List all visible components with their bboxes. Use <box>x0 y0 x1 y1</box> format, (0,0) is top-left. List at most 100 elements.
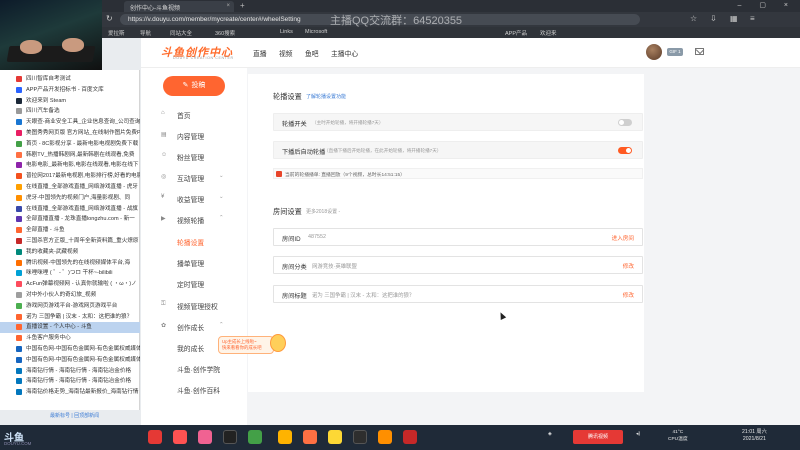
history-item[interactable]: 直播设置 - 个人中心 - 斗鱼 <box>0 322 140 334</box>
history-item[interactable]: 游戏网页游戏平台-游戏网页游戏平台 <box>0 301 140 312</box>
qq-icon[interactable] <box>223 430 237 444</box>
browser-tab[interactable]: 创作中心-斗鱼视频 × <box>124 1 234 12</box>
new-tab-icon[interactable]: + <box>240 1 245 10</box>
history-item[interactable]: 三国杀官方正版_十周年全新资料篇_重火燎原 <box>0 236 140 247</box>
chevron-down-icon[interactable]: ⌄ <box>219 173 224 179</box>
window-controls[interactable]: – ▢ × <box>738 1 796 9</box>
history-item[interactable]: 美图秀秀网页版 官方网站_在线制作图片免费P图 <box>0 128 140 139</box>
chevron-up-icon[interactable]: ⌃ <box>219 215 224 221</box>
enter-room-link[interactable]: 进入房间 <box>612 234 634 242</box>
history-item[interactable]: 天眼查-商业安全工具_企业信息查询_公司查询 <box>0 117 140 128</box>
history-item[interactable]: 全部直播 - 斗鱼 <box>0 225 140 236</box>
menu-item[interactable]: ▶ 视频轮播 ⌃ <box>141 213 247 227</box>
menu-item[interactable]: ✿ 创作成长 ⌃ <box>141 320 247 334</box>
history-item[interactable]: 海南钻行情 - 海南钻行情 - 海南钻冶金价格 <box>0 366 140 377</box>
history-item[interactable]: 欢迎来到 Steam <box>0 96 140 107</box>
growth-sticker[interactable]: Up主成长上线啦~ 快来看看你的成长吧 <box>218 334 286 358</box>
app-icon[interactable] <box>278 430 292 444</box>
history-item[interactable]: 虎牙-中国领先的视频门户,海量影视剧、同 <box>0 193 140 204</box>
history-item[interactable]: 诺为 三国争霸 | 汉末 - 太和：这把谁的狼？ <box>0 312 140 323</box>
system-clock[interactable]: 21:01 周六 2021/8/21 <box>742 429 767 443</box>
history-item[interactable]: 电影电影_最新电影,电影在线观看,电影在线下 <box>0 160 140 171</box>
app-icon[interactable] <box>378 430 392 444</box>
app-icon[interactable] <box>353 430 367 444</box>
history-item[interactable]: 中国有色网-中国有色金属网-有色金属权威媒体 <box>0 344 140 355</box>
extension-icon[interactable]: ▦ <box>730 14 738 23</box>
carousel-switch-toggle[interactable] <box>618 119 632 126</box>
menu-item[interactable]: 播单管理 <box>141 256 247 270</box>
history-item[interactable]: 首页 - 8C影视分享 - 最新电影电视剧免费下载 <box>0 139 140 150</box>
history-item[interactable]: 韩剧TV_热播韩剧网,最新韩剧在线观看,免费 <box>0 150 140 161</box>
history-item[interactable]: 中国有色网-中国有色金属网-有色金属权威媒体 <box>0 355 140 366</box>
nav-video[interactable]: 视频 <box>279 48 293 58</box>
menu-item[interactable]: ¥ 收益管理 ⌄ <box>141 192 247 206</box>
nav-fishbar[interactable]: 鱼吧 <box>305 48 319 58</box>
bookmark-item[interactable]: Microsoft <box>305 29 327 35</box>
close-icon[interactable]: × <box>226 3 230 9</box>
room-id-label: 房间ID <box>282 236 301 243</box>
history-item[interactable]: 咪哩咪哩 ( ゜- ゜)つロ 干杯~-bilibili <box>0 268 140 279</box>
nav-live[interactable]: 直播 <box>253 48 267 58</box>
history-item[interactable]: 在线直播_全部游戏直播_网络游戏直播 - 虎牙 <box>0 182 140 193</box>
history-item[interactable]: 四川汽车备选 <box>0 106 140 117</box>
room-section-hint[interactable]: 更多2018设置 - <box>306 208 340 215</box>
edit-category-link[interactable]: 修改 <box>623 262 634 270</box>
menu-item[interactable]: ☺ 粉丝管理 <box>141 150 247 164</box>
star-icon[interactable]: ☆ <box>690 14 697 23</box>
bookmark-item[interactable]: APP产品 <box>505 29 527 37</box>
carousel-help-link[interactable]: 了解轮播设置功能 <box>306 93 346 100</box>
refresh-icon[interactable]: ↻ <box>106 14 113 23</box>
app-icon[interactable] <box>303 430 317 444</box>
volume-icon[interactable]: ◂) <box>636 431 640 437</box>
menu-item[interactable]: 定时管理 <box>141 277 247 291</box>
history-item[interactable]: 海南钻行情 - 海南钻行情 - 海南钻冶金价格 <box>0 376 140 387</box>
bookmark-item[interactable]: 导航 <box>140 29 151 37</box>
auto-carousel-toggle[interactable] <box>618 147 632 154</box>
wechat-icon[interactable] <box>248 430 262 444</box>
history-item[interactable]: AcFun弹幕视频网 - 认真你就输啦 ( ・ω・)ノ <box>0 279 140 290</box>
nav-anchor-center[interactable]: 主播中心 <box>331 48 358 58</box>
download-icon[interactable]: ⇩ <box>710 14 717 23</box>
menu-item[interactable]: 轮播设置 <box>141 235 247 249</box>
app-icon[interactable] <box>198 430 212 444</box>
playlist-icon <box>276 171 282 177</box>
network-icon[interactable]: ◈ <box>548 431 552 437</box>
chevron-up-icon[interactable]: ⌃ <box>219 322 224 328</box>
bookmark-item[interactable]: 同站大全 <box>170 29 192 37</box>
history-list-footer[interactable]: 最新标号 | 回顶部新闻 <box>0 412 140 420</box>
history-item[interactable]: 四川智库自考测试 <box>0 74 140 85</box>
menu-icon[interactable]: ≡ <box>750 14 755 23</box>
history-item[interactable]: 腾讯视频-中国领先的在线视频媒体平台,海 <box>0 258 140 269</box>
menu-item[interactable]: 斗鱼·创作学院 <box>141 362 247 376</box>
menu-item[interactable]: ⚿ 视频管理授权 <box>141 299 247 313</box>
history-item[interactable]: 我的收藏夹-武藏视频 <box>0 247 140 258</box>
site-logo[interactable]: 斗鱼创作中心 DOUYU CREATION CENTER <box>161 44 239 62</box>
post-button[interactable]: ✎ 投稿 <box>163 76 225 96</box>
bookmark-item[interactable]: Links <box>280 29 293 35</box>
menu-item[interactable]: ◎ 互动管理 ⌄ <box>141 171 247 185</box>
history-item[interactable]: 全部直播直播 - 龙珠直播longzhu.com - 新一 <box>0 214 140 225</box>
history-item[interactable]: 海南钻价格走势_海南钻最新报价_海南钻行情 <box>0 387 140 398</box>
menu-item[interactable]: ⌂ 首页 <box>141 108 247 122</box>
history-item[interactable]: APP产品开发招标书 - 百度文库 <box>0 85 140 96</box>
app-icon[interactable] <box>173 430 187 444</box>
menu-item-label: 首页 <box>177 113 191 120</box>
history-item[interactable]: 对中外小伙人的奇幻旅_视频 <box>0 290 140 301</box>
edit-title-link[interactable]: 修改 <box>623 291 634 299</box>
tray-video-app[interactable]: 腾讯视频 <box>573 430 623 444</box>
app-icon[interactable] <box>403 430 417 444</box>
menu-item[interactable]: 斗鱼·创作百科 <box>141 383 247 397</box>
bookmark-item[interactable]: 爱拉斯 <box>108 29 125 37</box>
chevron-down-icon[interactable]: ⌄ <box>219 194 224 200</box>
history-item[interactable]: 在线直播_全部游戏直播_网络游戏直播 - 战旗 <box>0 204 140 215</box>
bookmark-item[interactable]: 欢迎来 <box>540 29 557 37</box>
mail-icon[interactable] <box>695 48 704 55</box>
avatar[interactable] <box>646 44 662 60</box>
history-item[interactable]: 斗鱼客户服务中心 <box>0 333 140 344</box>
history-list: 四川智库自考测试 APP产品开发招标书 - 百度文库 欢迎来到 Steam 四川汽车备… <box>0 70 140 410</box>
app-icon[interactable] <box>328 430 342 444</box>
menu-item[interactable]: ▤ 内容管理 <box>141 129 247 143</box>
history-item[interactable]: 普拉网2017最新电视剧,电影排行榜,好看的电影 <box>0 171 140 182</box>
bookmark-item[interactable]: 360搜索 <box>215 29 235 37</box>
app-icon[interactable] <box>148 430 162 444</box>
